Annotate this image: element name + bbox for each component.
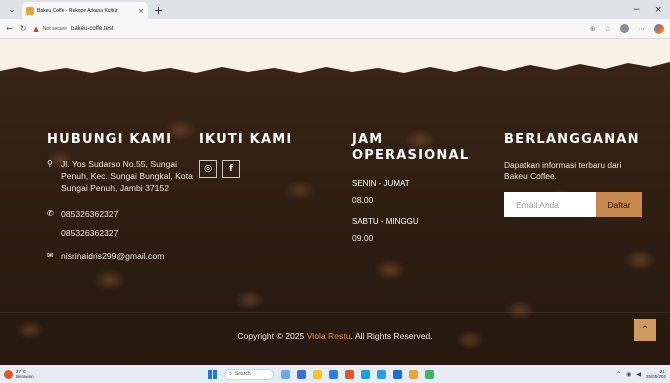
newsletter-column: BERLANGGANAN Dapatkan informasi terbaru …	[504, 132, 644, 217]
window-controls: − ×	[633, 5, 670, 19]
volume-icon[interactable]: ◀	[636, 371, 641, 378]
zoom-icon[interactable]: ⊕	[590, 25, 596, 33]
weekend-time: 09.00	[352, 233, 374, 243]
wifi-icon[interactable]: ◉	[626, 371, 631, 378]
hours-column: JAM OPERASIONAL SENIN - JUMAT 08.00 SABT…	[352, 132, 482, 243]
email-text: nisrinaidris299@gmail.com	[61, 251, 165, 261]
social-links: ◎ f	[199, 160, 339, 178]
tab-close-icon[interactable]: ×	[138, 7, 144, 15]
location-pin-icon: ⚲	[47, 159, 53, 168]
torn-paper-edge	[0, 40, 670, 73]
favicon-icon	[26, 6, 34, 15]
instagram-link[interactable]: ◎	[199, 160, 217, 178]
widgets-app-icon[interactable]	[281, 369, 290, 379]
copyright-prefix: Copyright © 2025	[237, 331, 307, 341]
weekday-time: 08.00	[352, 195, 374, 205]
facebook-icon: f	[229, 164, 233, 174]
app-icon[interactable]	[345, 369, 354, 379]
browser-tab[interactable]: Bakeu Coffe - Rekope Arkana Kultur ×	[22, 2, 148, 19]
phone-row: ✆ 085326362327	[47, 208, 197, 220]
app-icon[interactable]	[425, 369, 434, 379]
system-tray: ⌃ ◉ ◀ 21: 25/05/202	[616, 369, 666, 379]
edge-app-icon[interactable]	[361, 369, 370, 379]
weather-text: 27°C Berawan	[16, 369, 34, 379]
contact-heading: HUBUNGI KAMI	[47, 132, 173, 147]
app-icon[interactable]	[393, 369, 402, 379]
weekend-label: SABTU - MINGGU	[352, 217, 419, 226]
copilot-icon[interactable]	[654, 23, 664, 34]
phone-secondary: 085326362327	[61, 228, 119, 238]
security-label[interactable]: Not secure	[43, 26, 67, 32]
copyright-text: Copyright © 2025 Viola Restu. All Rights…	[0, 331, 670, 341]
address-bar: ← ↻ ▲ Not secure bakeu-coffe.test ⊕ ☆ ⋯	[0, 19, 670, 39]
contact-column: HUBUNGI KAMI ⚲ Jl. Yos Sudarso No.55, Su…	[47, 132, 197, 262]
back-to-top-button[interactable]: ⌃	[634, 319, 656, 341]
store-app-icon[interactable]	[329, 369, 338, 379]
subscribe-button[interactable]: Daftar	[596, 192, 642, 217]
more-icon[interactable]: ⋯	[638, 25, 645, 33]
email-row: ✉ nisrinaidris299@gmail.com	[47, 250, 197, 262]
footer-divider	[0, 312, 670, 313]
address-text: Jl. Yos Sudarso No.55, Sungai Penuh, Kec…	[61, 159, 193, 193]
email-input[interactable]: Email Anda	[504, 192, 596, 217]
toolbar-right: ⊕ ☆ ⋯	[590, 23, 664, 34]
weather-widget[interactable]: 27°C Berawan	[4, 369, 204, 379]
instagram-icon: ◎	[204, 164, 212, 174]
refresh-icon[interactable]: ↻	[20, 24, 27, 33]
phone-icon: ✆	[47, 209, 54, 218]
taskbar-apps: ⌕ Search	[208, 368, 434, 380]
taskbar-search[interactable]: ⌕ Search	[224, 368, 274, 380]
clock[interactable]: 21: 25/05/202	[646, 369, 666, 379]
hours-heading: JAM OPERASIONAL	[352, 132, 470, 163]
envelope-icon: ✉	[47, 251, 54, 260]
close-window-icon[interactable]: ×	[654, 5, 662, 15]
newsletter-description: Dapatkan informasi terbaru dari Bakeu Co…	[504, 160, 622, 181]
clock-date: 25/05/202	[645, 374, 666, 379]
copyright-author[interactable]: Viola Restu	[307, 331, 351, 341]
site-footer: HUBUNGI KAMI ⚲ Jl. Yos Sudarso No.55, Su…	[0, 40, 670, 365]
minimize-icon[interactable]: −	[633, 5, 641, 15]
taskview-app-icon[interactable]	[297, 369, 306, 379]
os-taskbar: 27°C Berawan ⌕ Search ⌃ ◉ ◀ 21: 25/05/20…	[0, 365, 670, 383]
subscribe-form: Email Anda Daftar	[504, 192, 642, 217]
tab-title: Bakeu Coffe - Rekope Arkana Kultur	[37, 7, 118, 14]
warning-icon[interactable]: ▲	[33, 25, 38, 33]
newsletter-heading: BERLANGGANAN	[504, 132, 640, 147]
follow-column: IKUTI KAMI ◎ f	[199, 132, 339, 178]
browser-tabbar: ⌄ Bakeu Coffe - Rekope Arkana Kultur × +…	[0, 0, 670, 19]
weather-icon	[4, 369, 13, 379]
tab-menu-icon[interactable]: ⌄	[4, 2, 20, 17]
app-icon[interactable]	[377, 369, 386, 379]
new-tab-icon[interactable]: +	[154, 4, 163, 17]
url-box[interactable]: ▲ Not secure bakeu-coffe.test	[33, 22, 113, 35]
back-icon[interactable]: ←	[6, 24, 13, 33]
chevron-up-icon: ⌃	[641, 325, 649, 335]
start-icon[interactable]	[208, 369, 217, 379]
address-row: ⚲ Jl. Yos Sudarso No.55, Sungai Penuh, K…	[47, 158, 197, 194]
facebook-link[interactable]: f	[222, 160, 240, 178]
copyright-suffix: . All Rights Reserved.	[350, 331, 433, 341]
profile-avatar[interactable]	[620, 24, 629, 33]
weekday-label: SENIN - JUMAT	[352, 179, 410, 188]
page-viewport: HUBUNGI KAMI ⚲ Jl. Yos Sudarso No.55, Su…	[0, 40, 670, 365]
search-label: Search	[234, 371, 251, 377]
follow-heading: IKUTI KAMI	[199, 132, 293, 147]
file-explorer-icon[interactable]	[313, 369, 322, 379]
phone-primary: 085326362327	[61, 209, 119, 219]
favorite-icon[interactable]: ☆	[605, 25, 611, 33]
chrome-app-icon[interactable]	[409, 369, 418, 379]
tray-chevron-icon[interactable]: ⌃	[616, 371, 621, 378]
weather-desc: Berawan	[16, 374, 34, 379]
url-text[interactable]: bakeu-coffe.test	[71, 26, 114, 32]
search-icon: ⌕	[229, 371, 232, 377]
